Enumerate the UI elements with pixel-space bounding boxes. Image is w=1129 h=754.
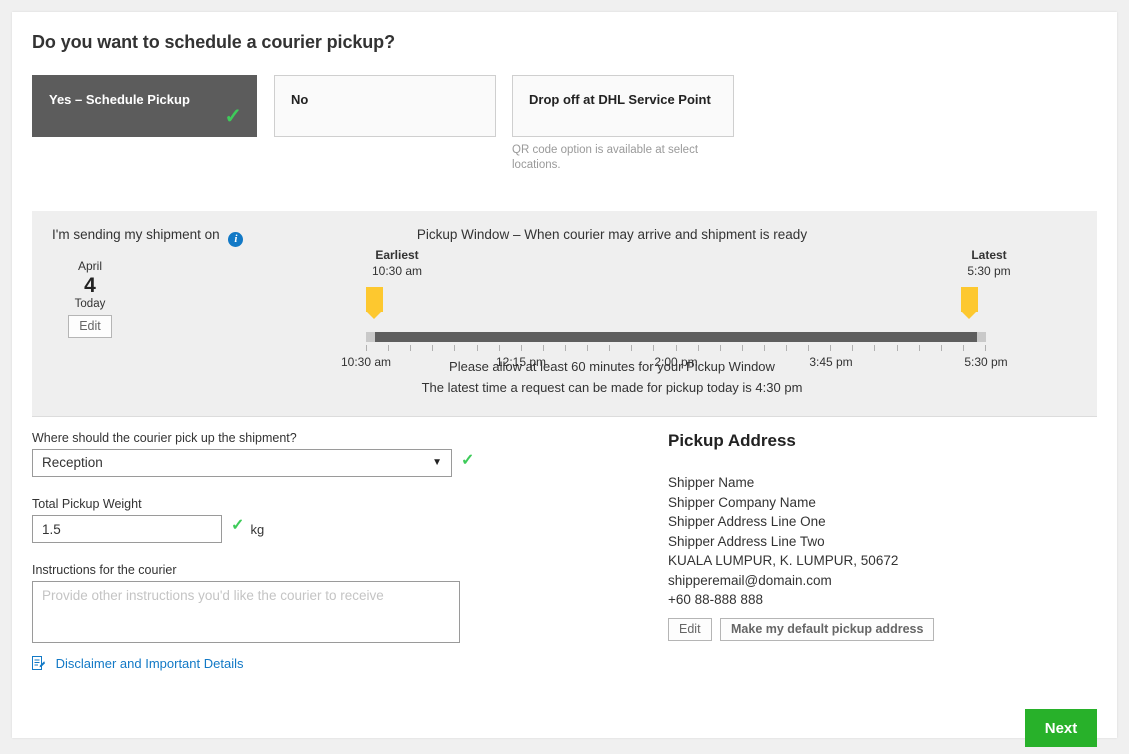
pickup-window-note-1: Please allow at least 60 minutes for you… <box>449 359 775 374</box>
option-drop-off-label: Drop off at DHL Service Point <box>529 92 711 107</box>
shipment-date-block: April 4 Today Edit <box>52 259 128 338</box>
option-no-label: No <box>291 92 309 107</box>
slider-tick <box>918 345 920 351</box>
pickup-window-notes: Please allow at least 60 minutes for you… <box>32 356 1097 398</box>
slider-tick <box>852 345 854 351</box>
slider-tick <box>786 345 788 351</box>
weight-valid-icon: ✓ <box>231 517 245 534</box>
slider-tick <box>564 345 566 351</box>
slider-track[interactable] <box>366 332 986 342</box>
slider-tick <box>520 345 522 351</box>
option-yes-schedule-pickup[interactable]: Yes – Schedule Pickup ✓ <box>32 75 257 137</box>
option-no[interactable]: No <box>274 75 496 137</box>
slider-tick <box>962 345 964 351</box>
slider-tick <box>366 345 367 351</box>
address-line: Shipper Company Name <box>668 494 816 510</box>
pickup-window-note-2: The latest time a request can be made fo… <box>421 380 803 395</box>
latest-caption: Latest <box>971 248 1007 262</box>
latest-label: Latest 5:30 pm <box>944 247 1034 279</box>
slider-tick <box>763 345 765 351</box>
pickup-address-section: Pickup Address Shipper Name Shipper Comp… <box>668 431 1068 641</box>
chevron-down-icon: ▼ <box>432 457 442 468</box>
pickup-address-heading: Pickup Address <box>668 431 796 450</box>
slider-handle-latest[interactable] <box>961 287 978 319</box>
slider-tick <box>896 345 898 351</box>
slider-track-cap-left <box>366 332 375 342</box>
edit-address-button[interactable]: Edit <box>668 617 712 641</box>
slider-tick <box>653 345 655 351</box>
slider-tick <box>697 345 699 351</box>
slider-tick <box>940 345 942 351</box>
slider-ticks <box>366 345 986 352</box>
document-edit-icon <box>32 656 45 671</box>
option-drop-off[interactable]: Drop off at DHL Service Point <box>512 75 734 137</box>
slider-tick <box>454 345 456 351</box>
disclaimer-row: Disclaimer and Important Details <box>32 656 1097 671</box>
slider-tick <box>498 345 500 351</box>
slider-tick <box>830 345 832 351</box>
total-pickup-weight-input[interactable] <box>32 515 222 543</box>
slider-tick <box>631 345 633 351</box>
check-icon: ✓ <box>224 105 242 128</box>
slider-track-cap-right <box>977 332 986 342</box>
pickup-location-select[interactable]: Reception ▼ <box>32 449 452 477</box>
pickup-details-section: Where should the courier pick up the shi… <box>32 431 1097 747</box>
address-line: Shipper Address Line One <box>668 514 826 529</box>
address-line: Shipper Address Line Two <box>668 533 825 549</box>
pickup-location-value: Reception <box>42 455 103 470</box>
edit-date-button[interactable]: Edit <box>68 315 112 338</box>
slider-tick <box>432 345 434 351</box>
pickup-option-group: Yes – Schedule Pickup ✓ No Drop off at D… <box>32 75 1097 171</box>
page-title: Do you want to schedule a courier pickup… <box>32 32 395 52</box>
shipment-day: 4 <box>84 274 96 297</box>
slider-tick <box>874 345 876 351</box>
shipment-month: April <box>77 259 102 273</box>
card-content: Do you want to schedule a courier pickup… <box>32 32 1097 747</box>
address-line: shipperemail@domain.com <box>668 572 832 588</box>
qr-code-note: QR code option is available at select lo… <box>512 144 699 171</box>
slider-tick <box>476 345 478 351</box>
slider-tick <box>542 345 544 351</box>
earliest-caption: Earliest <box>375 248 419 262</box>
slider-handle-earliest[interactable] <box>366 287 383 319</box>
address-actions: Edit Make my default pickup address <box>668 617 1068 641</box>
slider-tick <box>741 345 743 351</box>
slider-tick <box>388 345 390 351</box>
pickup-window-panel: I'm sending my shipment on i April 4 Tod… <box>32 211 1097 417</box>
location-valid-icon: ✓ <box>461 452 475 469</box>
pickup-window-heading: Pickup Window – When courier may arrive … <box>32 227 1097 242</box>
disclaimer-link[interactable]: Disclaimer and Important Details <box>56 656 244 671</box>
slider-tick <box>675 345 677 351</box>
option-yes-label: Yes – Schedule Pickup <box>49 92 190 107</box>
address-line: KUALA LUMPUR, K. LUMPUR, 50672 <box>668 553 899 568</box>
make-default-address-button[interactable]: Make my default pickup address <box>720 617 935 641</box>
pickup-window-heading-text: Pickup Window – When courier may arrive … <box>416 227 808 242</box>
slider-tick <box>587 345 589 351</box>
pickup-card: Do you want to schedule a courier pickup… <box>12 12 1117 747</box>
shipment-day-relative: Today <box>74 298 106 310</box>
next-button[interactable]: Next <box>1025 709 1097 747</box>
earliest-label: Earliest 10:30 am <box>352 247 442 279</box>
slider-tick <box>609 345 611 351</box>
latest-value: 5:30 pm <box>967 264 1011 278</box>
slider-tick <box>808 345 810 351</box>
address-line: Shipper Name <box>668 475 755 490</box>
address-line: +60 88-888 888 <box>668 592 763 607</box>
slider-tick <box>985 345 986 351</box>
slider-tick <box>410 345 412 351</box>
earliest-value: 10:30 am <box>371 264 423 278</box>
courier-instructions-textarea[interactable] <box>32 581 460 643</box>
weight-unit-label: kg <box>250 521 265 537</box>
slider-tick <box>719 345 721 351</box>
